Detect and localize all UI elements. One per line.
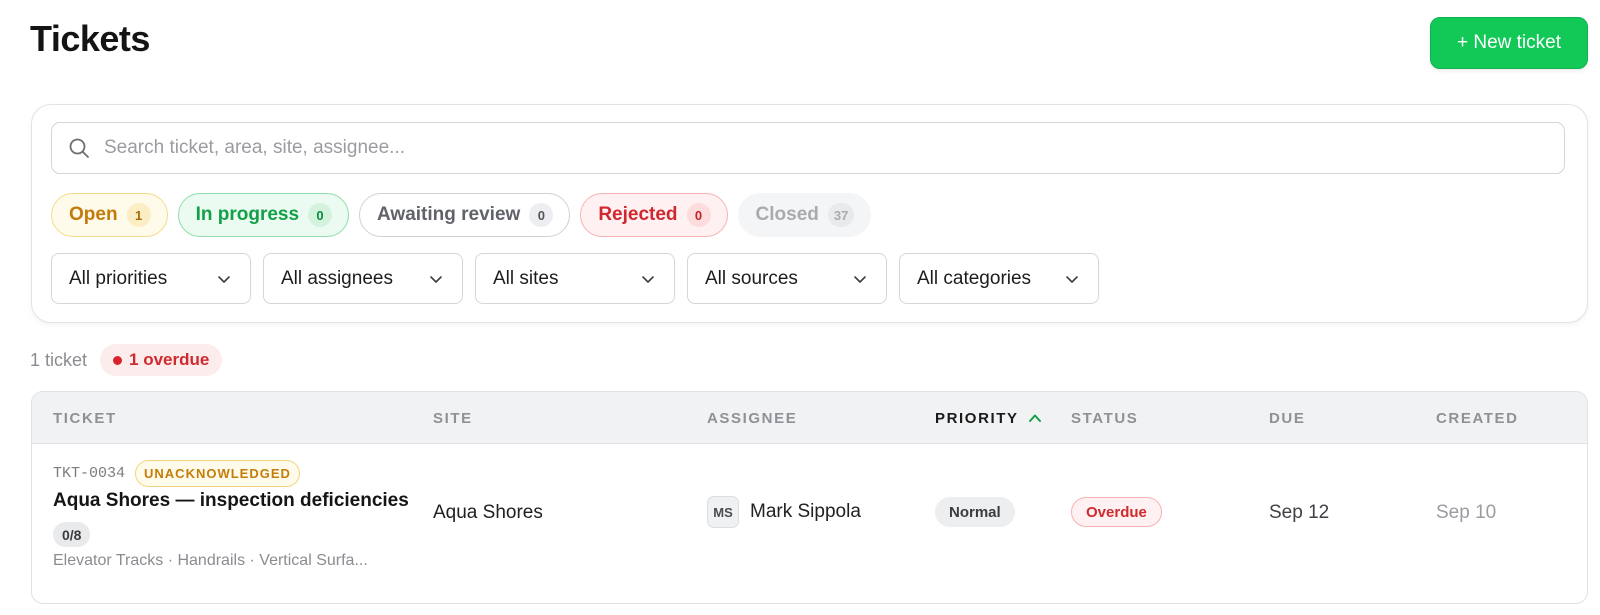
pill-count: 0 (686, 203, 711, 227)
column-header-created[interactable]: CREATED (1436, 392, 1519, 444)
priority-filter-select[interactable]: All priorities (51, 253, 251, 304)
page-title: Tickets (30, 18, 150, 59)
acknowledgement-badge: UNACKNOWLEDGED (135, 460, 300, 487)
ticket-count: 1 ticket (30, 349, 88, 370)
ticket-title[interactable]: Aqua Shores — inspection deficiencies (53, 490, 409, 512)
chevron-down-icon (1064, 271, 1080, 287)
pill-count: 37 (827, 203, 855, 227)
column-header-status[interactable]: STATUS (1071, 392, 1138, 444)
due-date: Sep 12 (1269, 502, 1330, 523)
select-value: All assignees (281, 267, 393, 289)
assignee: MS Mark Sippola (707, 496, 861, 528)
status-pill-awaiting-review[interactable]: Awaiting review 0 (359, 193, 571, 237)
table-header: TICKET SITE ASSIGNEE PRIORITY STATUS DUE… (32, 392, 1587, 444)
status-pill-rejected[interactable]: Rejected 0 (580, 193, 728, 237)
pill-label: Rejected (598, 204, 678, 225)
select-value: All sources (705, 267, 798, 289)
pill-label: Closed (755, 204, 819, 225)
tickets-table: TICKET SITE ASSIGNEE PRIORITY STATUS DUE… (31, 391, 1588, 604)
status-pill-in-progress[interactable]: In progress 0 (177, 193, 350, 237)
search-icon (68, 137, 90, 159)
pill-label: Awaiting review (377, 204, 521, 225)
priority-badge: Normal (935, 497, 1015, 527)
column-header-priority[interactable]: PRIORITY (935, 392, 1042, 444)
site-name: Aqua Shores (433, 502, 543, 523)
pill-count: 0 (308, 203, 333, 227)
ticket-id: TKT-0034 (53, 465, 126, 482)
category-filter-select[interactable]: All categories (899, 253, 1099, 304)
assignee-name: Mark Sippola (750, 501, 861, 522)
chevron-down-icon (640, 271, 656, 287)
select-value: All sites (493, 267, 559, 289)
overdue-label: 1 overdue (129, 350, 210, 369)
site-filter-select[interactable]: All sites (475, 253, 675, 304)
status-filter-pills: Open 1 In progress 0 Awaiting review 0 R… (51, 193, 872, 237)
column-header-label: PRIORITY (935, 409, 1019, 427)
created-date: Sep 10 (1436, 502, 1497, 523)
pill-label: Open (69, 204, 118, 225)
column-header-due[interactable]: DUE (1269, 392, 1305, 444)
select-value: All priorities (69, 267, 168, 289)
select-value: All categories (917, 267, 1032, 289)
overdue-badge[interactable]: 1 overdue (100, 344, 223, 376)
status-badge: Overdue (1071, 497, 1162, 527)
status-cell: Overdue (1071, 497, 1162, 527)
column-header-assignee[interactable]: ASSIGNEE (707, 392, 797, 444)
chevron-down-icon (852, 271, 868, 287)
pill-label: In progress (195, 204, 300, 225)
avatar: MS (707, 496, 739, 528)
new-ticket-button[interactable]: + New ticket (1430, 17, 1588, 69)
column-header-site[interactable]: SITE (433, 392, 473, 444)
status-pill-closed[interactable]: Closed 37 (737, 193, 872, 237)
ticket-progress: 0/8 (53, 522, 91, 547)
dropdown-filters: All priorities All assignees All sites A… (51, 253, 1099, 304)
chevron-down-icon (428, 271, 444, 287)
overdue-dot-icon (113, 355, 123, 365)
search-box[interactable] (51, 122, 1565, 174)
ticket-areas: Elevator Tracks · Handrails · Vertical S… (53, 552, 368, 569)
assignee-filter-select[interactable]: All assignees (263, 253, 463, 304)
progress-badge: 0/8 (53, 522, 91, 547)
pill-count: 0 (529, 203, 554, 227)
results-summary: 1 ticket 1 overdue (30, 344, 223, 376)
chevron-up-icon (1028, 411, 1042, 425)
filter-panel: Open 1 In progress 0 Awaiting review 0 R… (31, 104, 1588, 323)
source-filter-select[interactable]: All sources (687, 253, 887, 304)
search-input[interactable] (104, 137, 1504, 159)
chevron-down-icon (216, 271, 232, 287)
priority-cell: Normal (935, 497, 1015, 527)
column-header-ticket[interactable]: TICKET (53, 392, 117, 444)
status-pill-open[interactable]: Open 1 (51, 193, 168, 237)
pill-count: 1 (126, 203, 151, 227)
ticket-id-line: TKT-0034 UNACKNOWLEDGED (53, 460, 300, 487)
